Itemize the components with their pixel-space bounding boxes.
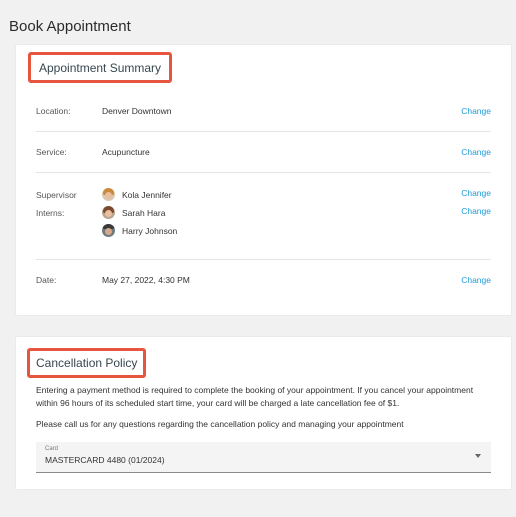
divider (36, 131, 491, 132)
date-label: Date: (36, 275, 57, 285)
supervisor-label: Supervisor (36, 190, 77, 200)
policy-contact-text: Please call us for any questions regardi… (36, 419, 404, 429)
cancellation-policy-card: Cancellation Policy Entering a payment m… (16, 337, 511, 489)
location-value: Denver Downtown (102, 106, 172, 116)
service-label: Service: (36, 147, 67, 157)
staff-row: Supervisor Interns: Kola Jennifer Sarah … (36, 188, 491, 248)
date-row: Date: May 27, 2022, 4:30 PM Change (36, 275, 491, 289)
change-supervisor-link[interactable]: Change (461, 188, 491, 198)
person-name: Kola Jennifer (122, 190, 172, 200)
avatar-female-icon (102, 188, 115, 201)
change-service-link[interactable]: Change (461, 147, 491, 157)
chevron-down-icon[interactable] (475, 454, 481, 458)
person-name: Sarah Hara (122, 208, 166, 218)
location-row: Location: Denver Downtown Change (36, 106, 491, 120)
page-title: Book Appointment (9, 18, 131, 35)
change-location-link[interactable]: Change (461, 106, 491, 116)
service-value: Acupuncture (102, 147, 150, 157)
person-name: Harry Johnson (122, 226, 178, 236)
service-row: Service: Acupuncture Change (36, 147, 491, 161)
card-select[interactable]: Card MASTERCARD 4480 (01/2024) (36, 442, 491, 473)
date-value: May 27, 2022, 4:30 PM (102, 275, 190, 285)
card-select-label: Card (45, 446, 59, 452)
change-date-link[interactable]: Change (461, 275, 491, 285)
policy-text: Entering a payment method is required to… (36, 385, 474, 408)
change-interns-link[interactable]: Change (461, 206, 491, 216)
divider (36, 172, 491, 173)
interns-label: Interns: (36, 208, 65, 218)
avatar-male-icon (102, 224, 115, 237)
appointment-summary-card: Appointment Summary Location: Denver Dow… (16, 45, 511, 315)
avatar-female-icon (102, 206, 115, 219)
location-label: Location: (36, 106, 71, 116)
appointment-summary-title: Appointment Summary (28, 52, 173, 83)
divider (36, 259, 491, 260)
cancellation-policy-title: Cancellation Policy (27, 348, 147, 378)
card-select-value: MASTERCARD 4480 (01/2024) (45, 455, 165, 465)
